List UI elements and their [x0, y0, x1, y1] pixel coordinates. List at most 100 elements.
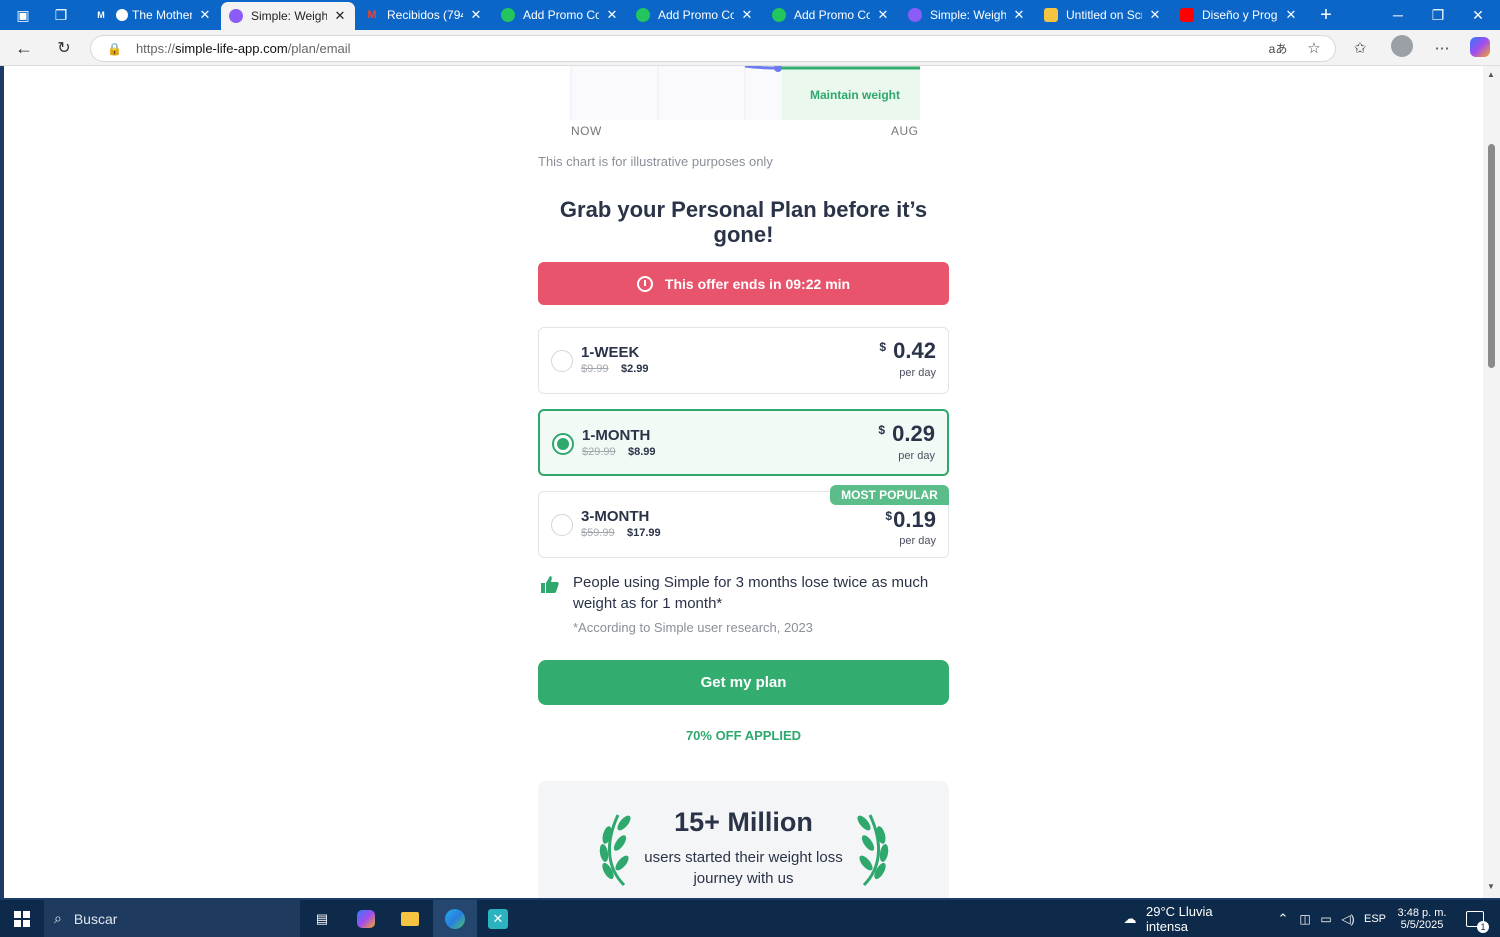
simple-icon [229, 9, 243, 23]
close-icon[interactable]: ✕ [740, 7, 754, 23]
url-path: /plan/email [287, 41, 351, 56]
url-host: simple-life-app.com [174, 41, 288, 56]
tab-8[interactable]: Diseño y Prog ✕ [1172, 2, 1306, 28]
plan-radio[interactable] [551, 514, 573, 536]
most-popular-badge: MOST POPULAR [830, 485, 949, 505]
browser-window: ▣ ❐ M The Mother ✕ Simple: Weight L ✕ M … [0, 0, 1500, 937]
url-scheme: https:// [135, 41, 175, 56]
profile-avatar[interactable] [1390, 35, 1414, 57]
weather-text[interactable]: 29°C Lluvia intensa [1146, 900, 1258, 937]
clock[interactable]: 3:48 p. m. 5/5/2025 [1392, 900, 1452, 937]
plan-radio-selected[interactable] [552, 433, 574, 455]
tab-5[interactable]: Add Promo Code ✕ [764, 2, 898, 28]
tab-label: Add Promo Code [658, 8, 734, 22]
scroll-up-icon[interactable]: ▲ [1487, 70, 1495, 79]
more-icon[interactable]: ⋯ [1430, 38, 1454, 58]
lock-icon: 🔒 [107, 41, 122, 56]
plan-currency: $ [885, 509, 892, 523]
plan-daily-price: 0.42 [893, 338, 936, 363]
close-icon[interactable]: ✕ [1284, 7, 1298, 23]
plan-per-day: per day [898, 450, 935, 462]
tab-1[interactable]: Simple: Weight L ✕ [221, 2, 355, 30]
edge-taskbar-icon[interactable] [433, 900, 477, 937]
close-window-icon[interactable]: ✕ [1458, 0, 1498, 30]
translate-icon[interactable]: aあ [1266, 38, 1290, 58]
plan-daily-price: 0.19 [893, 507, 936, 532]
file-explorer-icon[interactable] [396, 900, 424, 937]
search-icon: ⌕ [54, 910, 62, 926]
taskbar: ⌕ Buscar ▤ ✕ ☁ 29°C Lluvia intensa ⌃ ◫ ▭… [0, 900, 1500, 937]
favorites-icon[interactable]: ✩ [1348, 38, 1372, 58]
promo-icon [772, 8, 786, 22]
copilot-icon[interactable] [1468, 37, 1492, 57]
plan-option-1-week[interactable]: 1-WEEK $9.99 $2.99 $ 0.42 per day [538, 327, 949, 394]
close-icon[interactable]: ✕ [333, 8, 347, 24]
close-icon[interactable]: ✕ [198, 7, 212, 23]
language-indicator[interactable]: ESP [1362, 900, 1388, 937]
timer-prefix: This offer ends in [664, 275, 782, 292]
task-view-icon[interactable]: ▤ [308, 900, 336, 937]
plan-old-price: $59.99 [581, 527, 615, 539]
meet-icon[interactable]: ◫ [1296, 900, 1314, 937]
plan-per-day: per day [899, 367, 936, 379]
tab-label: Diseño y Prog [1202, 8, 1278, 22]
gmail-icon: M [367, 9, 377, 21]
search-placeholder: Buscar [73, 910, 118, 927]
star-icon[interactable]: ☆ [1302, 38, 1326, 58]
tab-0[interactable]: M The Mother ✕ [86, 2, 220, 28]
tab-label: Simple: Weight L [251, 9, 327, 23]
network-icon[interactable]: ▭ [1316, 900, 1336, 937]
chart-end-label: AUG [891, 124, 919, 138]
notifications-icon[interactable]: 1 [1460, 900, 1490, 937]
plan-option-1-month[interactable]: 1-MONTH $29.99 $8.99 $ 0.29 per day [538, 409, 949, 476]
get-my-plan-button[interactable]: Get my plan [538, 660, 949, 705]
taskbar-search[interactable]: ⌕ Buscar [44, 900, 300, 937]
address-bar: ← ↻ 🔒 https://simple-life-app.com/plan/e… [0, 30, 1500, 66]
offer-timer: This offer ends in 09:22 min [538, 262, 949, 305]
close-icon[interactable]: ✕ [876, 7, 890, 23]
close-icon[interactable]: ✕ [469, 7, 483, 23]
plan-currency: $ [879, 340, 886, 354]
tab-4[interactable]: Add Promo Code ✕ [628, 2, 762, 28]
tab-label: Add Promo Code [794, 8, 870, 22]
clock-date: 5/5/2025 [1400, 918, 1444, 931]
tab-3[interactable]: Add Promo Code ✕ [493, 2, 627, 28]
discount-applied-label: 70% OFF APPLIED [685, 728, 802, 743]
close-icon[interactable]: ✕ [1148, 7, 1162, 23]
page-scrollbar[interactable]: ▲ ▼ [1483, 66, 1500, 898]
benefit-claim: People using Simple for 3 months lose tw… [573, 574, 929, 612]
minimize-icon[interactable]: ─ [1378, 0, 1418, 30]
windows-start-icon[interactable] [8, 900, 36, 937]
users-caption: users started their weight loss journey … [644, 849, 843, 887]
copilot-taskbar-icon[interactable] [352, 900, 380, 937]
tab-2[interactable]: M Recibidos (794) ✕ [357, 2, 491, 28]
close-icon[interactable]: ✕ [1012, 7, 1026, 23]
tab-7[interactable]: Untitled on Scrat ✕ [1036, 2, 1170, 28]
plan-radio[interactable] [551, 350, 573, 372]
tab-label: Recibidos (794) [387, 8, 463, 22]
volume-icon[interactable]: ◁) [1338, 900, 1358, 937]
plan-new-price: $8.99 [628, 446, 656, 458]
url-field[interactable]: 🔒 https://simple-life-app.com/plan/email [90, 35, 1336, 62]
restore-icon[interactable]: ❐ [1418, 0, 1458, 30]
tab-label: Untitled on Scrat [1066, 8, 1142, 22]
scroll-thumb[interactable] [1488, 144, 1495, 368]
tab-label: Add Promo Code [523, 8, 599, 22]
tab-6[interactable]: Simple: Weight L ✕ [900, 2, 1034, 28]
close-icon[interactable]: ✕ [605, 7, 619, 23]
tab-label: Simple: Weight L [930, 8, 1006, 22]
new-tab-icon[interactable]: + [1313, 4, 1339, 26]
plan-per-day: per day [899, 535, 936, 547]
tab-bar: ▣ ❐ M The Mother ✕ Simple: Weight L ✕ M … [0, 0, 1500, 30]
github-icon [116, 9, 128, 21]
tab-actions-icon[interactable]: ❐ [48, 4, 74, 26]
excel-icon[interactable]: ✕ [484, 900, 512, 937]
simple-icon [908, 8, 922, 22]
chevron-up-icon[interactable]: ⌃ [1274, 900, 1292, 937]
back-icon[interactable]: ← [10, 36, 38, 60]
youtube-icon [1180, 8, 1194, 22]
scroll-down-icon[interactable]: ▼ [1487, 882, 1495, 891]
refresh-icon[interactable]: ↻ [50, 36, 78, 60]
timer-suffix: min [825, 275, 851, 292]
workspaces-icon[interactable]: ▣ [10, 4, 36, 26]
